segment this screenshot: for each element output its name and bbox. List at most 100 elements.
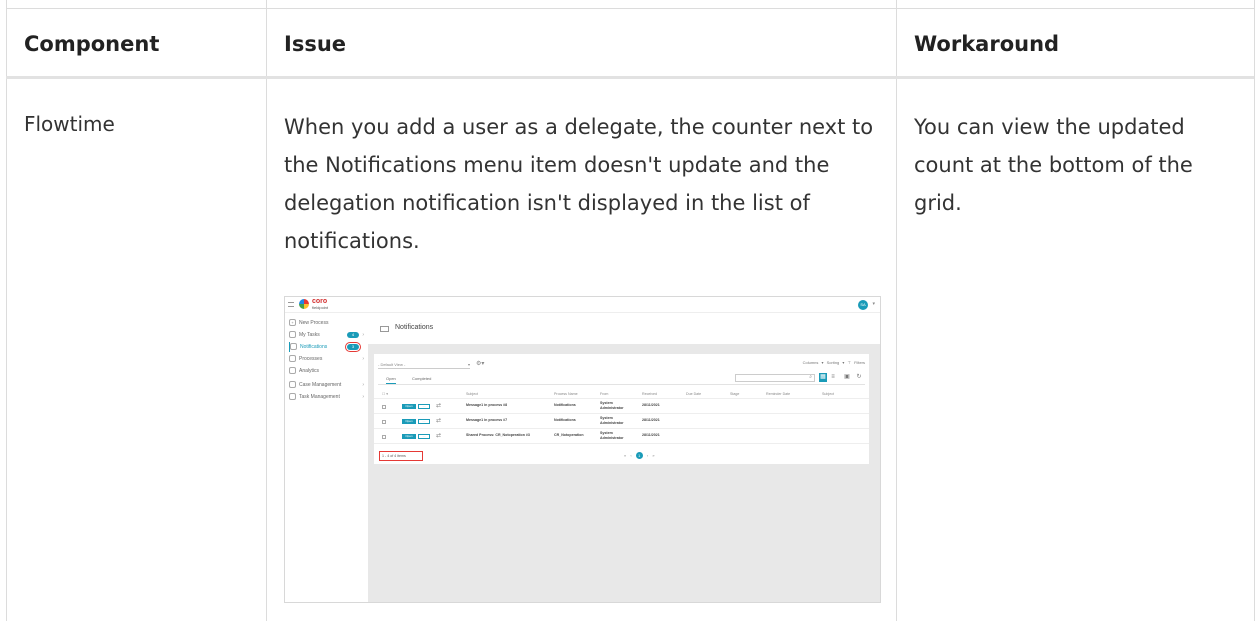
nav-item-task-management: Task Management › [289,392,365,402]
header-workaround: Workaround [914,32,1060,56]
select-all-checkbox: ☐ ▾ [382,392,389,396]
folder-icon [289,381,296,389]
plus-icon: + [289,319,296,327]
header-component: Component [24,32,160,56]
app-main: Notifications - Default View - ▾ ⚙▾ Colum… [368,314,880,602]
row-checkbox [382,435,386,439]
nav-item-analytics: Analytics [289,366,365,376]
status-badge: Open [402,419,416,424]
avatar: SA [858,300,868,310]
row-checkbox [382,405,386,409]
gear-icon: ⚙▾ [476,361,485,367]
from-line: System [600,431,613,435]
shared-icon: ⇄ [436,403,442,409]
notifications-panel: - Default View - ▾ ⚙▾ Columns ▾ Sorting ▾… [374,354,869,464]
time-badge: ··· [418,419,430,424]
nav-label: New Process [299,320,329,326]
mail-icon [290,343,297,351]
row-checkbox [382,420,386,424]
nav-label: Case Management [299,382,342,388]
nav-label: Processes [299,356,323,362]
row-received: 28/11/2021 [642,433,660,437]
list-view-icon: ≡ [831,374,835,380]
column-header: Stage [730,392,740,396]
page-title: Notifications [395,324,434,331]
chevron-down-icon: ▾ [467,362,470,367]
logo-subtext: fieldpoint [312,305,329,310]
status-badge: Open [402,404,416,409]
chevron-right-icon: › [362,382,364,388]
nav-label: Analytics [299,368,320,374]
chevron-down-icon: ▾ [872,301,875,307]
status-badge: Open [402,434,416,439]
chevron-right-icon: › [362,356,364,362]
row-from: System Administrator [600,431,624,441]
app-topbar: coro fieldpoint SA ▾ [285,297,880,313]
analytics-icon [289,367,296,375]
app-sidebar: + New Process My Tasks 4 › Notifications 3 P… [285,314,367,602]
cell-issue: When you add a user as a delegate, the c… [284,115,874,253]
row-received: 28/11/2021 [642,403,660,407]
tab-completed: Completed [412,376,432,381]
toolbar-right: Columns ▾ Sorting ▾ ⊤ Filters [802,360,865,365]
current-page: 1 [635,452,643,459]
from-line: System [600,416,613,420]
tab-open: Open [386,376,396,384]
tab-divider [378,384,865,385]
column-divider [896,0,897,621]
hamburger-icon [288,302,294,307]
table-row: Open ··· ⇄ Shared Process: CR_Notoperati… [374,430,869,444]
view-select: - Default View - ▾ [378,360,470,369]
time-badge: ··· [418,434,430,439]
row-from: System Administrator [600,401,624,411]
nav-item-case-management: Case Management › [289,380,365,390]
row-subject: Shared Process: CR_Notoperation #3 [466,433,530,437]
notifications-badge: 3 [345,342,361,352]
embedded-screenshot: coro fieldpoint SA ▾ + New Process My Tas… [284,296,881,603]
table-row: Open ··· ⇄ Message1 in process #8 Notifi… [374,400,869,414]
shared-icon: ⇄ [436,433,442,439]
column-header: Subject [822,392,834,396]
refresh-icon: ↻ [856,374,862,380]
cell-component: Flowtime [24,112,115,136]
chevron-right-icon: › [362,394,364,400]
clipboard-icon [289,393,296,401]
row-received: 28/11/2021 [642,418,660,422]
column-header: Due Date [686,392,702,396]
chevron-right-icon: › [362,332,364,338]
header-issue: Issue [284,32,347,56]
column-header: From [600,392,609,396]
column-header: Subject [466,392,478,396]
row-from: System Administrator [600,416,624,426]
cell-workaround: You can view the updated count at the bo… [914,115,1193,215]
nav-item-new-process: + New Process [289,318,365,328]
grid-header: ☐ ▾ Subject Process Name From Received D… [374,389,869,399]
shared-icon: ⇄ [436,418,442,424]
from-line: System [600,401,613,405]
row-process: CR_Notoperation [554,433,584,437]
mail-icon [380,326,389,332]
column-header: Reminder Date [766,392,791,396]
grid-view-icon: ▦ [819,373,827,382]
time-badge: ··· [418,404,430,409]
from-line: Administrator [600,421,624,425]
row-process: Notifications [554,403,576,407]
table-border-right [1254,0,1255,621]
table-border-left [6,0,7,621]
view-select-value: - Default View - [378,362,406,367]
header-divider [6,76,1254,79]
tasks-badge: 4 [347,332,359,338]
column-header: Received [642,392,657,396]
search-icon: ⌕ [809,374,812,380]
row-subject: Message1 in process #8 [466,403,508,407]
nav-item-processes: Processes › [289,354,365,364]
table-border-top [6,8,1254,9]
pager: « ‹ 1 › » [624,452,655,459]
logo-icon [299,299,309,309]
row-process: Notifications [554,418,576,422]
item-count: 1 - 4 of 4 items [379,451,423,461]
nav-label: My Tasks [299,332,320,338]
column-divider [266,0,267,621]
nav-item-notifications: Notifications 3 [289,342,365,352]
issue-table: Component Issue Workaround Flowtime When… [0,0,1260,621]
